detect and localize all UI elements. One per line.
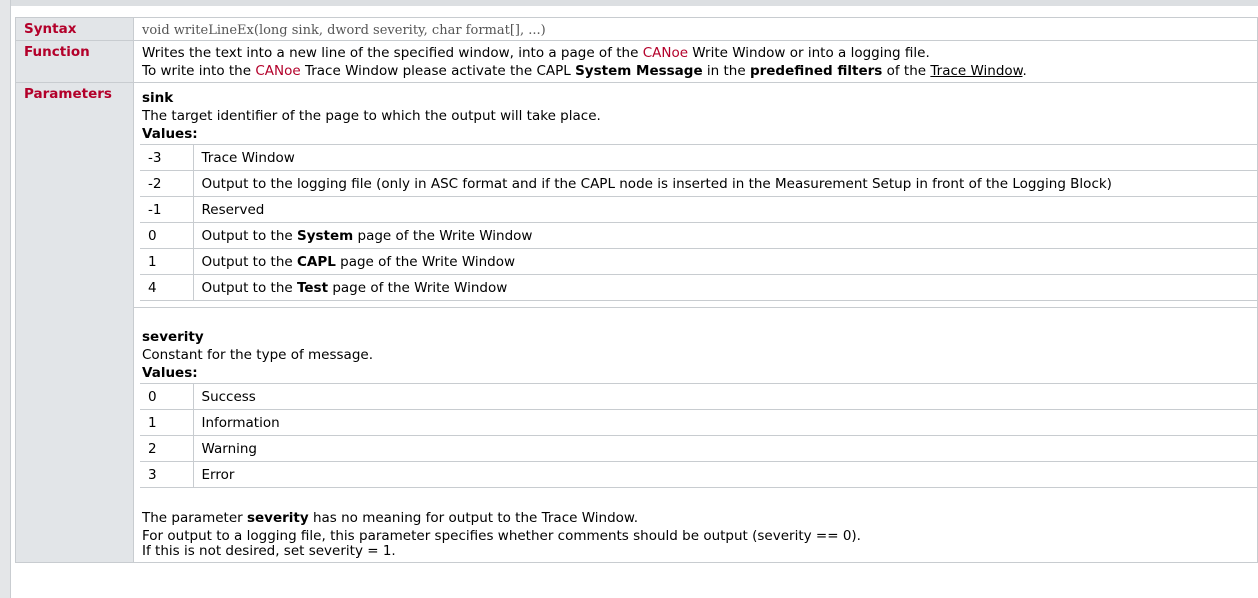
value-cell: 2 (140, 435, 194, 462)
page-name: Test (296, 279, 329, 296)
table-row: 1 Output to the CAPL page of the Write W… (140, 248, 1257, 275)
table-row: -3 Trace Window (140, 144, 1257, 171)
description-text: page of the Write Window (353, 227, 533, 244)
table-row: -2 Output to the logging file (only in A… (140, 170, 1257, 197)
param-name: severity (142, 329, 204, 345)
description-cell: Reserved (193, 196, 1257, 223)
top-separator-strip (11, 0, 1258, 6)
severity-values-table: 0 Success 1 Information 2 Warning 3 Erro… (140, 383, 1257, 488)
param-name: sink (142, 90, 174, 106)
page-name: System (296, 227, 354, 244)
description-text: Reserved (201, 201, 265, 218)
note-line-1: The parameter severity has no meaning fo… (142, 510, 1257, 528)
table-row: 0 Success (140, 383, 1257, 410)
table-row: 1 Information (140, 409, 1257, 436)
note-text: The parameter (142, 510, 247, 526)
parameter-divider (134, 307, 1257, 328)
table-row: 0 Output to the System page of the Write… (140, 222, 1257, 249)
function-line-1: Writes the text into a new line of the s… (142, 44, 1257, 62)
description-text: Output to the logging file (only in ASC … (201, 175, 1112, 192)
note-line-2: For output to a logging file, this param… (142, 528, 861, 544)
value-cell: 0 (140, 383, 194, 410)
function-text: in the (702, 63, 750, 79)
sink-values-table: -3 Trace Window -2 Output to the logging… (140, 144, 1257, 301)
severity-term: severity (246, 510, 309, 526)
value-cell: 1 (140, 409, 194, 436)
function-text: To write into the (142, 63, 256, 79)
function-text: . (1022, 63, 1027, 79)
system-message-term: System Message (575, 63, 703, 79)
function-text: Write Window or into a logging file. (688, 45, 930, 61)
table-row: 4 Output to the Test page of the Write W… (140, 274, 1257, 301)
value-cell: -2 (140, 170, 194, 197)
description-text: page of the Write Window (335, 253, 516, 270)
function-row: Function Writes the text into a new line… (15, 40, 1258, 83)
values-heading: Values: (142, 365, 198, 381)
table-row: -1 Reserved (140, 196, 1257, 223)
page-name: CAPL (296, 253, 336, 270)
values-heading: Values: (142, 126, 198, 142)
syntax-row: Syntax void writeLineEx(long sink, dword… (15, 17, 1258, 41)
description-text: Output to the (201, 279, 297, 296)
severity-note: The parameter severity has no meaning fo… (142, 506, 1257, 562)
value-cell: 4 (140, 274, 194, 301)
syntax-content: void writeLineEx(long sink, dword severi… (133, 17, 1258, 41)
value-cell: 3 (140, 461, 194, 488)
description-cell: Error (193, 461, 1257, 488)
description-cell: Information (193, 409, 1257, 436)
param-sink: sink The target identifier of the page t… (134, 89, 1257, 334)
function-content: Writes the text into a new line of the s… (133, 40, 1258, 83)
parameters-label: Parameters (15, 82, 134, 563)
left-margin-bar (0, 0, 11, 598)
description-cell: Success (193, 383, 1257, 410)
value-cell: -1 (140, 196, 194, 223)
syntax-label: Syntax (15, 17, 134, 41)
description-text: Trace Window (201, 149, 295, 166)
description-cell: Output to the System page of the Write W… (193, 222, 1257, 249)
description-cell: Trace Window (193, 144, 1257, 171)
value-cell: -3 (140, 144, 194, 171)
canoe-term: CANoe (255, 63, 301, 79)
syntax-code: void writeLineEx(long sink, dword severi… (142, 23, 546, 38)
function-line-2: To write into the CANoe Trace Window ple… (142, 62, 1257, 80)
note-line-3: If this is not desired, set severity = 1… (142, 543, 396, 559)
function-text: Trace Window please activate the CAPL (300, 63, 576, 79)
description-text: Output to the (201, 227, 297, 244)
description-cell: Output to the CAPL page of the Write Win… (193, 248, 1257, 275)
description-text: page of the Write Window (328, 279, 508, 296)
parameters-row: Parameters sink The target identifier of… (15, 82, 1258, 563)
canoe-term: CANoe (642, 45, 689, 61)
value-cell: 0 (140, 222, 194, 249)
function-text: Writes the text into a new line of the s… (142, 45, 643, 61)
value-cell: 1 (140, 248, 194, 275)
description-cell: Output to the Test page of the Write Win… (193, 274, 1257, 301)
function-reference-table: Syntax void writeLineEx(long sink, dword… (15, 17, 1258, 563)
param-severity: severity Constant for the type of messag… (140, 328, 1257, 562)
table-row: 2 Warning (140, 435, 1257, 462)
function-text: of the (882, 63, 931, 79)
table-row: 3 Error (140, 461, 1257, 488)
trace-window-link[interactable]: Trace Window (930, 63, 1022, 79)
note-text: has no meaning for output to the Trace W… (308, 510, 639, 526)
param-description: Constant for the type of message. (142, 347, 373, 363)
function-label: Function (15, 40, 134, 83)
param-description: The target identifier of the page to whi… (142, 108, 601, 124)
predefined-filters-term: predefined filters (749, 63, 883, 79)
description-cell: Output to the logging file (only in ASC … (193, 170, 1257, 197)
description-cell: Warning (193, 435, 1257, 462)
parameters-content: sink The target identifier of the page t… (133, 82, 1258, 563)
description-text: Output to the (201, 253, 297, 270)
